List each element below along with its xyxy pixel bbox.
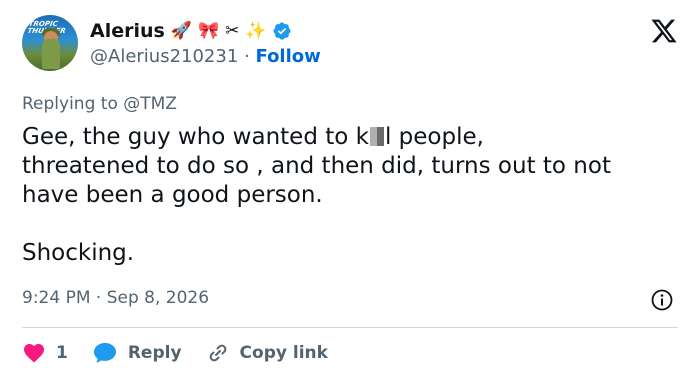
reply-context: Replying to @TMZ [22, 94, 177, 114]
info-icon[interactable] [650, 288, 674, 312]
separator-dot: · [244, 46, 250, 67]
scissors-emoji-icon: ✂ [225, 21, 240, 41]
avatar[interactable]: TROPIC THUNDER [22, 15, 78, 71]
censor-block [369, 127, 384, 146]
author-handle[interactable]: @Alerius210231 [90, 46, 238, 67]
ribbon-emoji-icon: 🎀 [198, 21, 220, 41]
tweet-header: TROPIC THUNDER Alerius 🚀 🎀 ✂ ✨ @Alerius2… [22, 15, 678, 75]
tweet-line: Gee, the guy who wanted to kl people, [22, 124, 484, 150]
link-icon [209, 344, 226, 362]
copy-link-button[interactable]: Copy link [206, 341, 328, 365]
divider [22, 327, 678, 328]
reply-target-link[interactable]: @TMZ [123, 94, 177, 114]
like-count: 1 [56, 343, 68, 363]
tweet-line: threatened to do so , and then did, turn… [22, 153, 611, 179]
copy-link-label: Copy link [239, 343, 328, 363]
tweet-text: Gee, the guy who wanted to kl people, th… [22, 123, 682, 268]
x-logo-icon[interactable] [650, 17, 678, 45]
author-handle-row: @Alerius210231 · Follow [90, 46, 321, 67]
verified-badge-icon [273, 22, 291, 40]
replying-prefix: Replying to [22, 94, 118, 114]
reply-label: Reply [127, 343, 182, 363]
tweet-line: have been a good person. [22, 182, 323, 208]
action-bar: 1 Reply Copy link [22, 338, 352, 368]
author-name[interactable]: Alerius [90, 20, 165, 42]
author-name-row: Alerius 🚀 🎀 ✂ ✨ [90, 18, 292, 44]
reply-button[interactable]: Reply [92, 341, 182, 365]
timestamp[interactable]: 9:24 PM · Sep 8, 2026 [22, 288, 209, 308]
rocket-emoji-icon: 🚀 [170, 21, 192, 41]
speech-bubble-icon [93, 343, 116, 363]
follow-button[interactable]: Follow [256, 46, 321, 67]
heart-icon [24, 344, 44, 363]
sparkles-emoji-icon: ✨ [245, 21, 267, 41]
tweet-line: Shocking. [22, 240, 135, 266]
like-button[interactable]: 1 [22, 341, 68, 365]
